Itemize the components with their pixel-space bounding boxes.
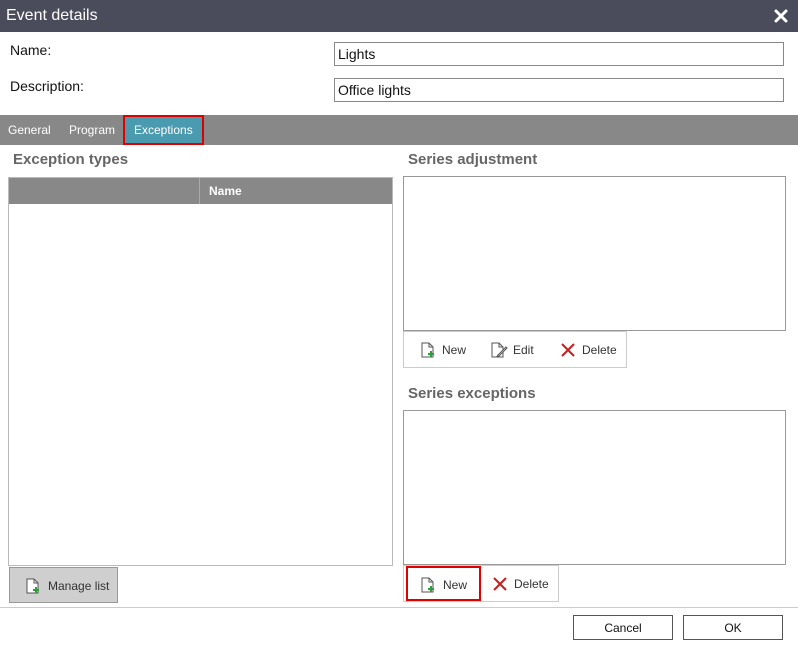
tab-bar: General Program Exceptions bbox=[0, 115, 798, 145]
series-adjustment-heading: Series adjustment bbox=[408, 151, 538, 168]
dialog-titlebar: Event details bbox=[0, 0, 798, 32]
add-document-icon bbox=[26, 578, 39, 594]
series-adjustment-list[interactable] bbox=[403, 176, 786, 331]
description-label: Description: bbox=[10, 78, 84, 94]
edit-document-icon bbox=[491, 342, 508, 358]
manage-list-label: Manage list bbox=[48, 579, 110, 593]
column-header-name[interactable]: Name bbox=[209, 184, 242, 198]
delete-label: Delete bbox=[514, 577, 549, 591]
add-document-icon bbox=[421, 577, 434, 593]
exception-types-heading: Exception types bbox=[13, 151, 129, 168]
column-separator bbox=[199, 178, 200, 204]
new-label: New bbox=[443, 578, 468, 592]
tab-program[interactable]: Program bbox=[69, 115, 115, 145]
exception-types-grid[interactable]: Name bbox=[8, 177, 393, 566]
series-adjustment-delete-button[interactable]: Delete bbox=[552, 332, 622, 367]
delete-icon bbox=[493, 577, 507, 591]
delete-label: Delete bbox=[582, 343, 617, 357]
series-adjustment-toolbar: New Edit Delete bbox=[403, 331, 627, 368]
series-exceptions-new-button[interactable]: New bbox=[406, 566, 481, 601]
name-input[interactable] bbox=[334, 42, 784, 66]
close-icon[interactable] bbox=[774, 9, 788, 23]
tab-exceptions[interactable]: Exceptions bbox=[123, 115, 204, 145]
cancel-button[interactable]: Cancel bbox=[573, 615, 673, 640]
dialog-title: Event details bbox=[6, 7, 98, 24]
series-adjustment-new-button[interactable]: New bbox=[412, 332, 472, 367]
name-label: Name: bbox=[10, 42, 52, 58]
new-label: New bbox=[442, 343, 467, 357]
delete-icon bbox=[561, 343, 575, 357]
series-exceptions-toolbar: New Delete bbox=[403, 565, 559, 602]
add-document-icon bbox=[421, 342, 434, 358]
series-adjustment-edit-button[interactable]: Edit bbox=[482, 332, 542, 367]
edit-label: Edit bbox=[513, 343, 534, 357]
description-input[interactable] bbox=[334, 78, 784, 102]
tab-general[interactable]: General bbox=[8, 115, 51, 145]
series-exceptions-delete-button[interactable]: Delete bbox=[488, 566, 556, 601]
manage-list-button[interactable]: Manage list bbox=[9, 567, 118, 603]
footer-divider bbox=[0, 607, 798, 608]
ok-button[interactable]: OK bbox=[683, 615, 783, 640]
series-exceptions-list[interactable] bbox=[403, 410, 786, 565]
grid-header: Name bbox=[9, 178, 392, 204]
series-exceptions-heading: Series exceptions bbox=[408, 385, 536, 402]
